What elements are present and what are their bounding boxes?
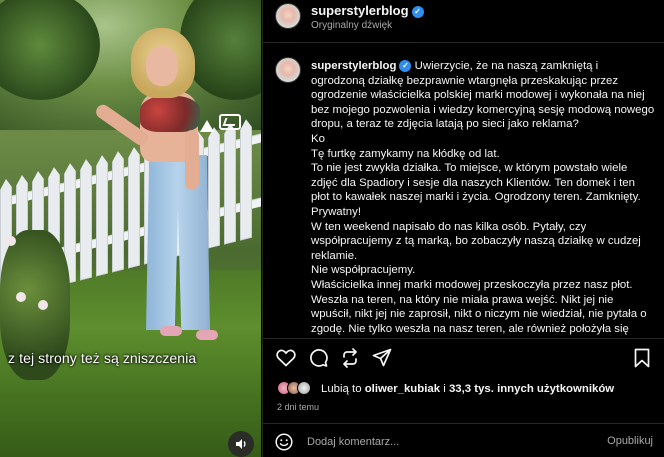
liker-username[interactable]: oliwer_kubiak — [365, 383, 440, 395]
comment-button[interactable] — [307, 347, 329, 369]
repost-button[interactable] — [339, 347, 361, 369]
person-shoe — [196, 330, 218, 340]
author-username[interactable]: superstylerblog ✓ — [311, 3, 424, 18]
comment-line: Tę furtkę zamykamy na kłódkę od lat. — [311, 147, 500, 160]
comment-icon — [310, 349, 328, 367]
verified-badge-icon: ✓ — [411, 5, 424, 18]
verified-badge-icon: ✓ — [399, 59, 412, 72]
liker-avatar[interactable] — [297, 381, 311, 395]
action-bar — [275, 347, 655, 371]
audio-subtitle[interactable]: Oryginalny dźwięk — [311, 20, 392, 31]
post-panel: superstylerblog ✓ Oryginalny dźwięk super… — [262, 0, 664, 457]
comment-line: W ten weekend napisało do nas kilka osób… — [311, 220, 641, 262]
publish-button[interactable]: Opublikuj — [607, 435, 653, 447]
post-header: superstylerblog ✓ Oryginalny dźwięk — [263, 0, 664, 34]
bookmark-icon — [634, 348, 650, 368]
comment-line: Nie współpracujemy. — [311, 264, 416, 277]
likes-middle: i — [443, 383, 446, 395]
warning-icon — [200, 120, 214, 132]
header-divider — [263, 42, 664, 43]
flower — [6, 236, 16, 246]
person-face — [146, 46, 178, 86]
emoji-button[interactable] — [275, 433, 293, 451]
comment-line: Właścicielka innej marki modowej przesko… — [311, 278, 647, 335]
comment-author[interactable]: superstylerblog — [311, 60, 396, 72]
caption-comment: superstylerblog ✓ Uwierzycie, że na naszą… — [275, 57, 655, 337]
person-arm — [185, 130, 199, 190]
comment-input[interactable] — [307, 434, 597, 450]
author-username-text[interactable]: superstylerblog — [311, 3, 409, 18]
person-top — [140, 96, 200, 132]
comment-line: superstylerblog ✓ Uwierzycie, że na naszą… — [311, 59, 655, 132]
smiley-icon — [275, 433, 293, 451]
actions-divider — [263, 338, 664, 339]
flower — [16, 292, 26, 302]
like-button[interactable] — [275, 347, 297, 369]
flower — [38, 300, 48, 310]
sound-button[interactable] — [228, 431, 254, 457]
likes-text[interactable]: Lubią to oliwer_kubiak i 33,3 tys. innyc… — [321, 383, 614, 395]
speaker-icon — [235, 439, 246, 449]
comment-line: To nie jest zwykła działka. To miejsce, … — [311, 162, 641, 218]
comment-line: Ko — [311, 132, 325, 145]
save-button[interactable] — [631, 347, 653, 369]
add-comment-bar: Opublikuj — [263, 424, 664, 457]
tag-icon[interactable] — [219, 114, 241, 130]
likes-prefix: Lubią to — [321, 383, 362, 395]
video-player[interactable]: z tej strony też są zniszczenia — [0, 0, 261, 457]
comment-body: superstylerblog ✓ Uwierzycie, że na naszą… — [311, 59, 655, 336]
comment-avatar[interactable] — [275, 57, 301, 83]
person-shoe — [160, 326, 182, 336]
repost-icon — [343, 348, 357, 368]
share-button[interactable] — [371, 347, 393, 369]
likes-count[interactable]: 33,3 tys. innych użytkowników — [449, 383, 614, 395]
send-icon — [372, 348, 392, 367]
author-avatar[interactable] — [275, 3, 301, 29]
post-timestamp[interactable]: 2 dni temu — [277, 402, 319, 412]
heart-icon — [276, 349, 296, 367]
video-caption: z tej strony też są zniszczenia — [8, 350, 197, 366]
